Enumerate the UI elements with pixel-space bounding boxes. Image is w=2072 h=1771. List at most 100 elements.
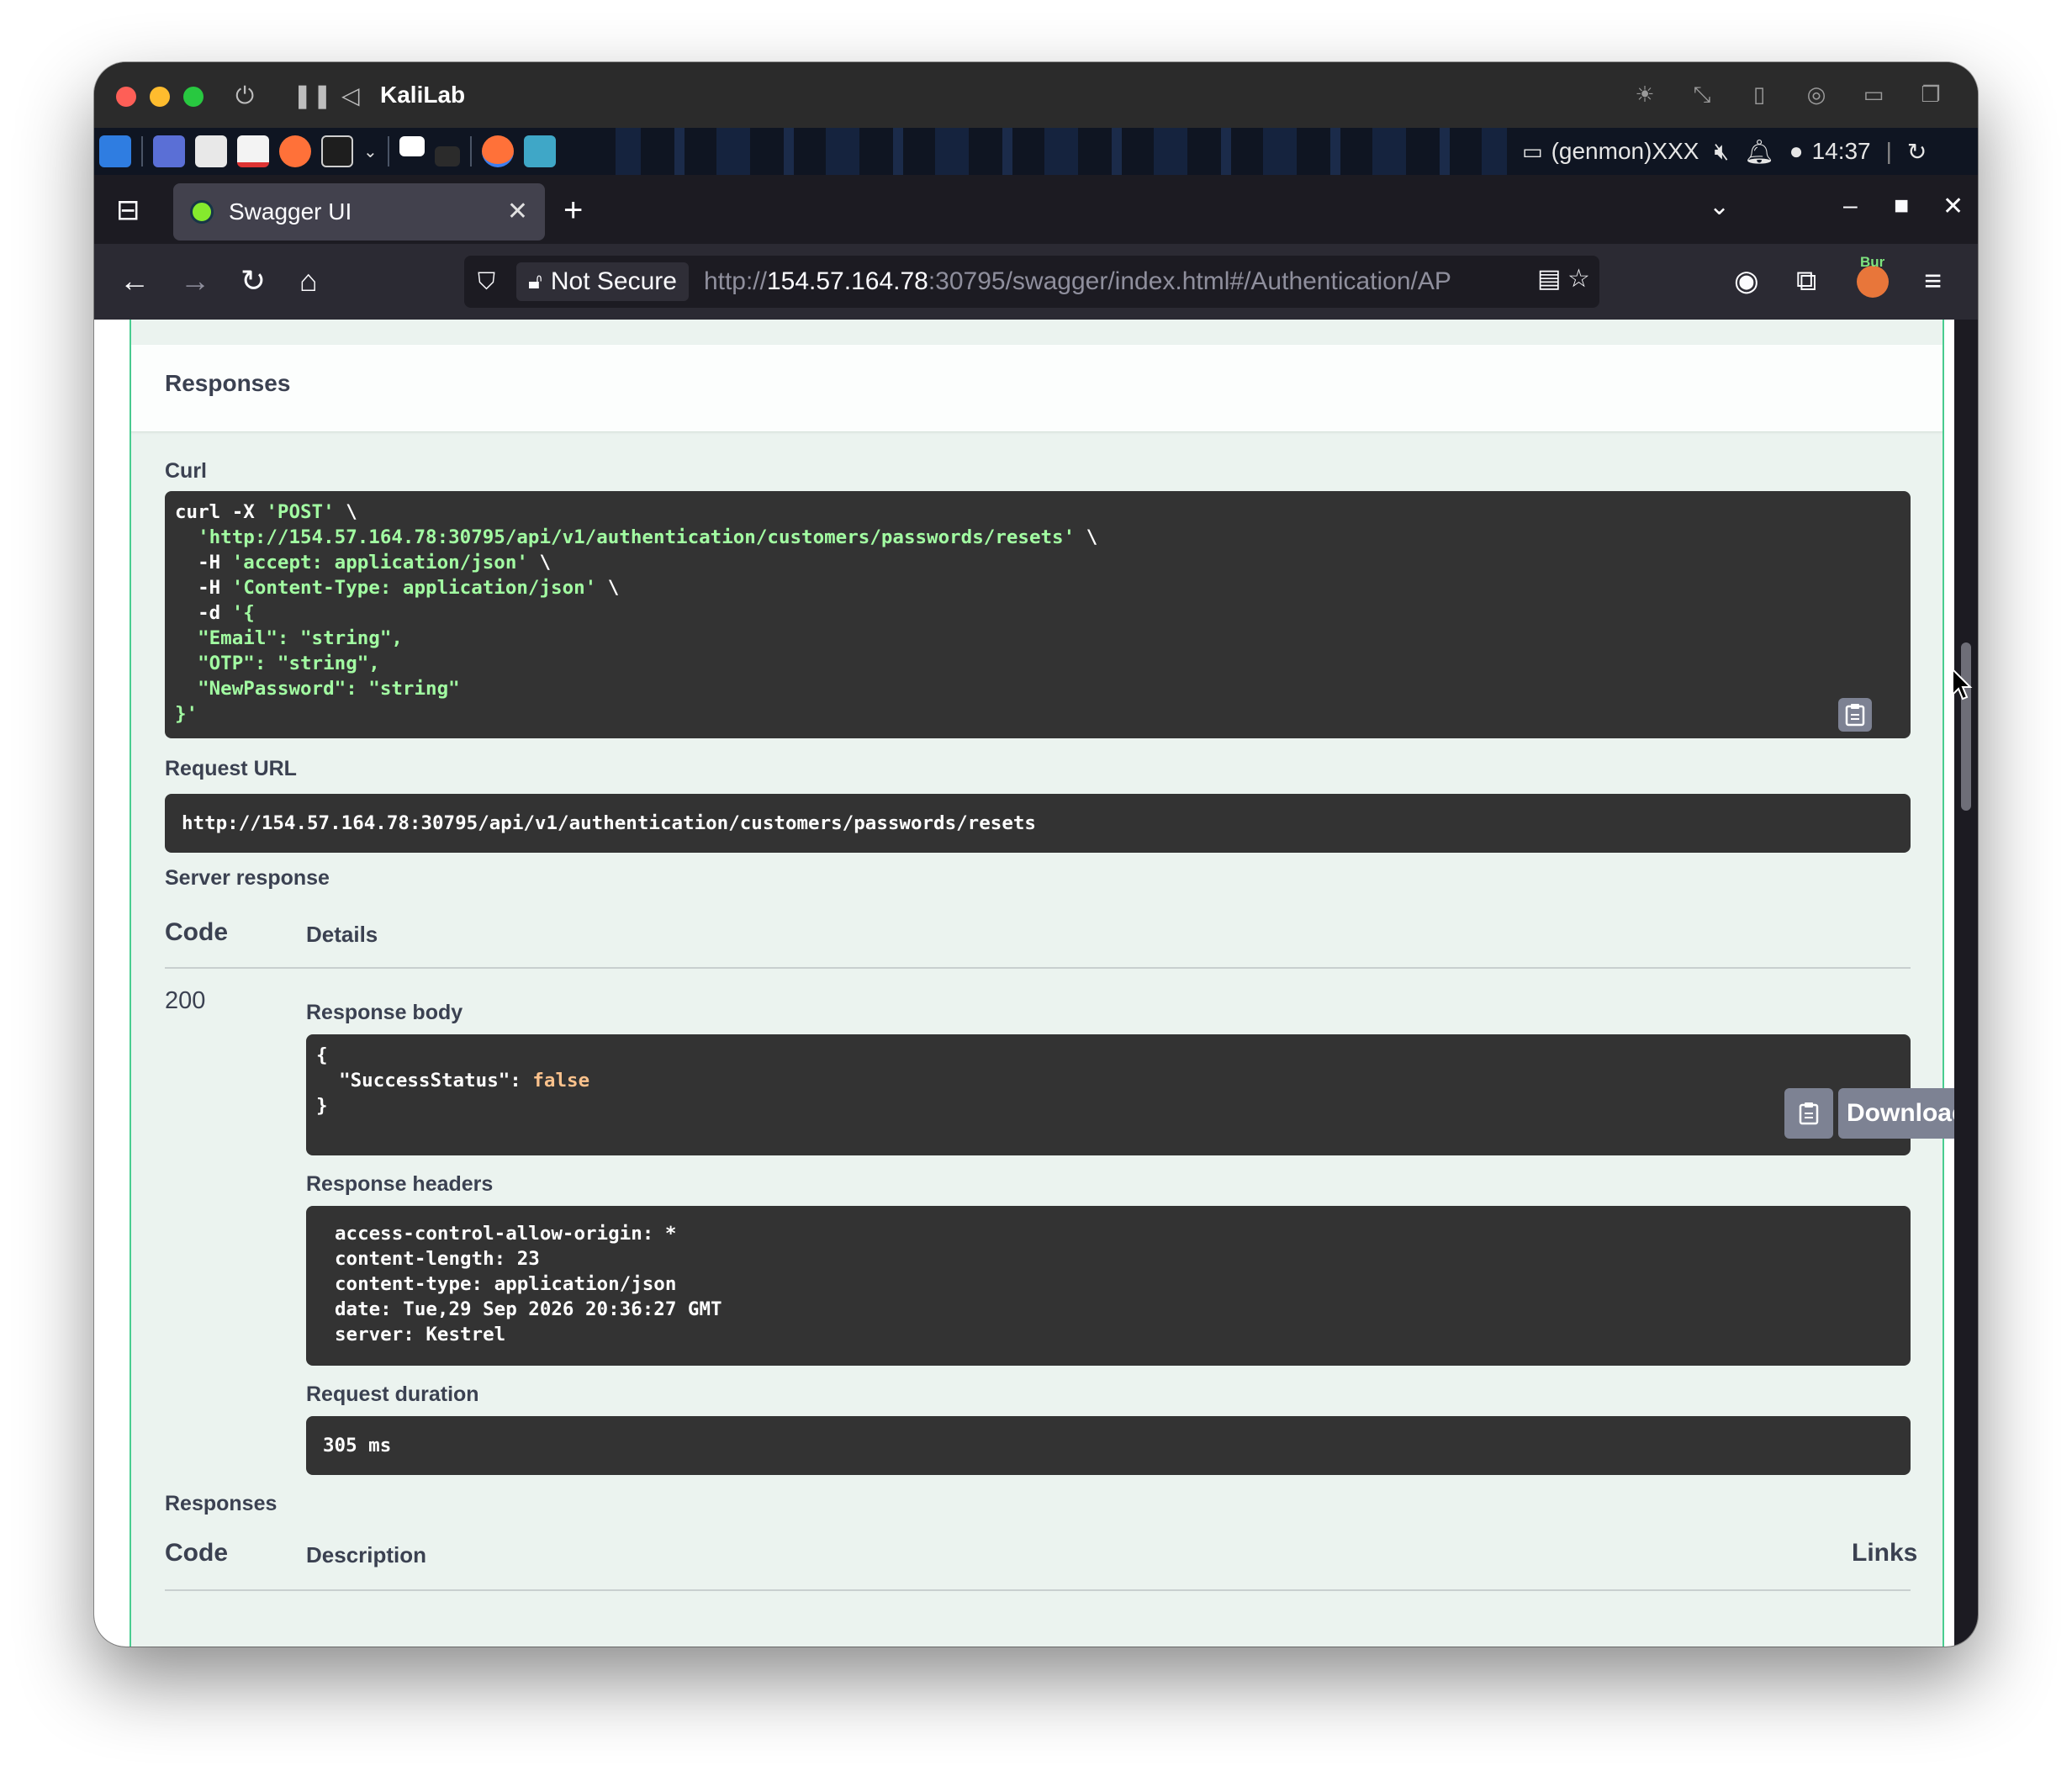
back-triangle-icon[interactable]: ◁ <box>341 81 360 111</box>
vm-window: ⏻ ❚❚ ◁ KaliLab ☀ ⤡ ▯ ◎ ▭ ❐ ⌄ ▭ (genmon)X… <box>94 62 1978 1647</box>
responses-header: Responses <box>131 345 1942 432</box>
request-duration-block[interactable]: 305 ms <box>306 1416 1911 1475</box>
browser-navbar: ← → ↻ ⌂ ⛉ 🔓︎ Not Secure http://154.57.16… <box>94 244 1978 320</box>
bell-icon[interactable]: 🔔︎ <box>1744 138 1774 166</box>
url-text[interactable]: http://154.57.164.78:30795/swagger/index… <box>704 267 1486 296</box>
minimize-icon[interactable]: – <box>1843 192 1858 220</box>
burp-window-icon[interactable] <box>523 135 556 167</box>
firefox-launcher-icon[interactable] <box>279 135 311 167</box>
panel-separator: | <box>1885 138 1892 164</box>
mouse-pointer-icon <box>1952 668 1973 700</box>
table-divider <box>165 967 1911 969</box>
not-secure-label: Not Secure <box>550 267 677 295</box>
curl-line: curl -X 'POST' \ <box>175 500 1900 525</box>
minimize-window-button[interactable] <box>150 87 170 107</box>
curl-line: -H 'accept: application/json' \ <box>175 550 1900 575</box>
response-body-label: Response body <box>306 1001 463 1024</box>
table-divider <box>165 1589 1911 1591</box>
response-headers-block[interactable]: access-control-allow-origin: * content-le… <box>306 1206 1911 1366</box>
usb-icon[interactable]: ▯ <box>1744 79 1774 109</box>
close-window-button[interactable] <box>116 87 136 107</box>
refresh-icon[interactable]: ↻ <box>1907 138 1927 166</box>
back-arrow-icon[interactable]: ← <box>119 264 150 298</box>
new-tab-button[interactable]: + <box>563 193 583 227</box>
status-code: 200 <box>165 987 206 1014</box>
tracking-shield-icon[interactable]: ⛉ <box>478 268 503 296</box>
curl-string: 'http://154.57.164.78:30795/api/v1/authe… <box>198 526 1076 548</box>
text-editor-icon[interactable] <box>237 135 269 167</box>
forward-arrow-icon[interactable]: → <box>180 264 210 298</box>
curl-text: -H <box>175 552 232 574</box>
tab-title: Swagger UI <box>229 198 352 225</box>
curl-line: 'http://154.57.164.78:30795/api/v1/authe… <box>175 525 1900 550</box>
response-headers-label: Response headers <box>306 1172 494 1196</box>
curl-string: 'accept: application/json' <box>231 552 528 574</box>
shared-folder-icon[interactable]: ▭ <box>1858 79 1889 109</box>
site-security-indicator[interactable]: 🔓︎ Not Secure <box>516 262 689 301</box>
curl-text <box>175 653 198 674</box>
tab-swagger-ui[interactable]: Swagger UI ✕ <box>173 183 545 241</box>
app-menu-icon[interactable]: ≡ <box>1924 264 1942 298</box>
pause-icon[interactable]: ❚❚ <box>293 81 332 111</box>
json-close-brace: } <box>316 1095 328 1117</box>
file-manager-icon[interactable] <box>195 135 227 167</box>
page-viewport: Responses Curl curl -X 'POST' \ 'http://… <box>94 320 1978 1647</box>
column-code: Code <box>165 918 228 946</box>
browser-tabbar: ⊟ Swagger UI ✕ + ⌄ – ■ ✕ <box>94 175 1978 244</box>
copy-curl-button[interactable] <box>1838 698 1872 732</box>
clock-icon: ● <box>1789 138 1804 164</box>
terminal-icon[interactable] <box>321 135 353 167</box>
zoom-window-button[interactable] <box>183 87 204 107</box>
response-header-line: server: Kestrel <box>335 1324 506 1345</box>
list-tabs-chevron-icon[interactable]: ⌄ <box>1709 192 1730 221</box>
scrollbar-track[interactable] <box>1954 320 1978 1647</box>
resize-icon[interactable]: ⤡ <box>1687 79 1717 109</box>
column-details: Details <box>306 922 378 947</box>
request-url-label: Request URL <box>165 757 297 780</box>
copy-response-button[interactable] <box>1784 1088 1833 1139</box>
kali-panel: ⌄ ▭ (genmon)XXX 🔇︎ 🔔︎ ● 14:37 | ↻ <box>94 128 1978 175</box>
response-body-block[interactable]: { "SuccessStatus": false} <box>306 1034 1911 1155</box>
curl-line: "NewPassword": "string" <box>175 676 1900 701</box>
maximize-icon[interactable]: ■ <box>1894 192 1909 220</box>
url-path: :30795/swagger/index.html#/Authenticatio… <box>928 267 1451 295</box>
curl-label: Curl <box>165 459 207 483</box>
account-icon[interactable]: ◉ <box>1734 264 1759 298</box>
curl-line: -H 'Content-Type: application/json' \ <box>175 575 1900 600</box>
curl-string: '{ <box>231 602 255 624</box>
curl-string: 'Content-Type: application/json' <box>231 577 597 599</box>
show-desktop-icon[interactable] <box>153 135 185 167</box>
windows-icon[interactable]: ❐ <box>1916 79 1946 109</box>
column-links: Links <box>1852 1539 1918 1567</box>
kali-menu-icon[interactable] <box>99 135 131 167</box>
curl-text: \ <box>527 552 552 574</box>
bookmark-star-icon[interactable]: ☆ <box>1567 264 1590 293</box>
curl-text: -d <box>175 602 232 624</box>
close-window-icon[interactable]: ✕ <box>1942 192 1964 221</box>
brightness-icon[interactable]: ☀ <box>1630 79 1660 109</box>
reload-icon[interactable]: ↻ <box>240 264 266 298</box>
extensions-icon[interactable]: ⧉ <box>1796 264 1816 298</box>
monitor-icon: ▭ <box>1522 138 1543 164</box>
firefox-window-icon[interactable] <box>481 135 514 167</box>
clock-time[interactable]: 14:37 <box>1812 138 1871 165</box>
curl-command-block[interactable]: curl -X 'POST' \ 'http://154.57.164.78:3… <box>165 491 1911 738</box>
panel-separator <box>141 136 143 167</box>
clipboard-icon <box>1799 1102 1819 1125</box>
panel-separator <box>387 136 389 167</box>
home-icon[interactable]: ⌂ <box>299 264 318 298</box>
column-code: Code <box>165 1539 228 1567</box>
workspace-icon[interactable] <box>399 136 425 156</box>
curl-text: \ <box>334 501 357 523</box>
url-bar[interactable]: ⛉ 🔓︎ Not Secure http://154.57.164.78:307… <box>464 256 1599 308</box>
chevron-down-icon[interactable]: ⌄ <box>363 141 378 162</box>
tab-overview-icon[interactable]: ⊟ <box>116 193 140 227</box>
network-icon[interactable]: ◎ <box>1801 79 1832 109</box>
reader-view-icon[interactable]: ▤ <box>1537 264 1561 293</box>
json-value: false <box>532 1070 590 1092</box>
mute-icon[interactable]: 🔇︎ <box>1714 138 1729 166</box>
workspace-icon[interactable] <box>434 146 460 167</box>
request-url-block[interactable]: http://154.57.164.78:30795/api/v1/authen… <box>165 794 1911 853</box>
close-tab-icon[interactable]: ✕ <box>507 197 528 226</box>
power-icon[interactable]: ⏻ <box>235 81 254 111</box>
